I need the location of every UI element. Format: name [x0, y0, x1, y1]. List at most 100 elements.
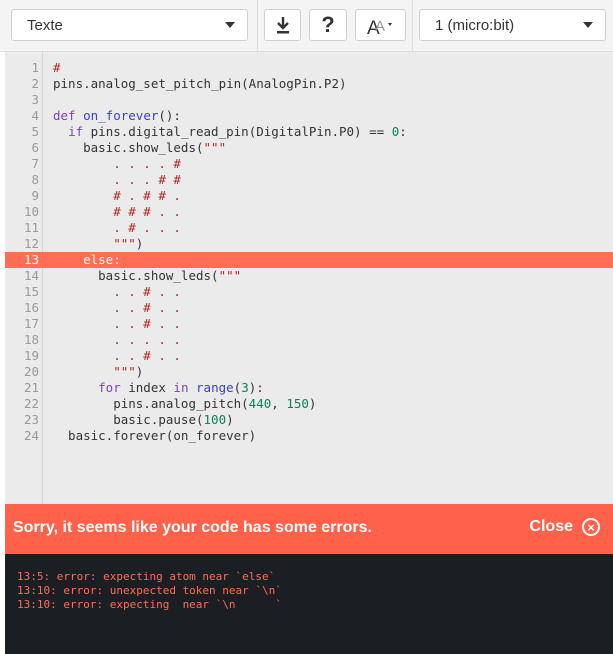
console-line: 13:10: error: expecting near `\n ` [17, 598, 282, 611]
line-number: 23 [23, 412, 39, 427]
line-number: 24 [23, 428, 39, 443]
code-line[interactable]: 12 """) [5, 236, 613, 252]
code-line[interactable]: 20 """) [5, 364, 613, 380]
code-line[interactable]: 14 basic.show_leds(""" [5, 268, 613, 284]
toolbar-divider [412, 0, 413, 52]
code-text: . . # . . [53, 316, 181, 332]
language-select[interactable]: Texte [11, 9, 248, 41]
code-line[interactable]: 17 . . # . . [5, 316, 613, 332]
chevron-down-icon [583, 22, 593, 28]
code-text: basic.pause(100) [53, 412, 233, 428]
code-text: . . . . # [53, 156, 181, 172]
code-token: 3 [241, 380, 249, 395]
line-number: 9 [31, 188, 39, 203]
device-select-value: 1 (micro:bit) [435, 16, 515, 34]
code-line-error[interactable]: 13 else: [5, 252, 613, 268]
line-number: 1 [31, 60, 39, 75]
line-number: 10 [23, 204, 39, 219]
text-size-button[interactable]: A A [355, 9, 406, 41]
code-line[interactable]: 16 . . # . . [5, 300, 613, 316]
code-token: ) [308, 396, 317, 411]
code-token: index [120, 380, 174, 395]
line-number: 12 [23, 236, 39, 251]
chevron-down-icon [225, 22, 235, 28]
error-console: 13:5: error: expecting atom near `else` … [5, 554, 613, 654]
code-text: . # . . . [53, 220, 181, 236]
code-token: pins.digital_read_pin(DigitalPin.P0) == [83, 124, 392, 139]
code-line[interactable]: 18 . . . . . [5, 332, 613, 348]
code-token: , [271, 396, 287, 411]
code-token: """ [203, 140, 227, 155]
code-text: basic.show_leds(""" [53, 268, 241, 284]
code-line[interactable]: 3 [5, 92, 613, 108]
code-line[interactable]: 8 . . . # # [5, 172, 613, 188]
code-text: if pins.digital_read_pin(DigitalPin.P0) … [53, 124, 407, 140]
code-token: (): [158, 108, 181, 123]
code-token: . # . . . [53, 220, 181, 235]
code-line[interactable]: 10 # # # . . [5, 204, 613, 220]
code-line[interactable]: 19 . . # . . [5, 348, 613, 364]
code-text: basic.show_leds(""" [53, 140, 226, 156]
close-button[interactable]: Close × [529, 518, 600, 536]
line-number: 4 [31, 108, 39, 123]
code-line[interactable]: 21 for index in range(3): [5, 380, 613, 396]
line-number: 18 [23, 332, 39, 347]
code-text: . . # . . [53, 284, 181, 300]
code-text: # . # # . [53, 188, 181, 204]
code-token: : [113, 252, 121, 267]
code-token: . . . . . [53, 332, 181, 347]
code-token: basic.forever(on_forever) [53, 428, 257, 443]
code-token: . . # . . [53, 300, 181, 315]
code-text: . . # . . [53, 348, 181, 364]
error-message: Sorry, it seems like your code has some … [13, 519, 372, 536]
code-line[interactable]: 5 if pins.digital_read_pin(DigitalPin.P0… [5, 124, 613, 140]
toolbar-divider [257, 0, 258, 52]
line-number: 15 [23, 284, 39, 299]
code-line[interactable]: 24 basic.forever(on_forever) [5, 428, 613, 444]
code-token: def [53, 108, 84, 123]
code-line[interactable]: 23 basic.pause(100) [5, 412, 613, 428]
code-line[interactable]: 4 def on_forever(): [5, 108, 613, 124]
code-line[interactable]: 2 pins.analog_set_pitch_pin(AnalogPin.P2) [5, 76, 613, 92]
code-line[interactable]: 11 . # . . . [5, 220, 613, 236]
code-token: basic.show_leds( [53, 140, 204, 155]
code-line[interactable]: 1 # [5, 60, 613, 76]
code-text: """) [53, 364, 143, 380]
code-text: basic.forever(on_forever) [53, 428, 256, 444]
line-number: 2 [31, 76, 39, 91]
device-select[interactable]: 1 (micro:bit) [419, 9, 606, 41]
code-token: # . # # . [53, 188, 181, 203]
code-token: else [53, 252, 114, 267]
line-number: 17 [23, 316, 39, 331]
line-number: 19 [23, 348, 39, 363]
code-text: # [53, 60, 61, 76]
code-text: pins.analog_pitch(440, 150) [53, 396, 316, 412]
line-number: 6 [31, 140, 39, 155]
toolbar: Texte ? A A 1 (micro:bit) [0, 0, 613, 52]
line-number: 16 [23, 300, 39, 315]
code-editor[interactable]: 1 #2 pins.analog_set_pitch_pin(AnalogPin.P… [5, 52, 613, 504]
code-token: ) [135, 364, 144, 379]
help-button[interactable]: ? [309, 9, 347, 41]
code-line[interactable]: 15 . . # . . [5, 284, 613, 300]
code-text: for index in range(3): [53, 380, 264, 396]
code-token: . . # . . [53, 284, 181, 299]
help-icon: ? [321, 12, 335, 37]
close-label: Close [529, 518, 573, 535]
download-button[interactable] [264, 9, 301, 41]
code-token: . . # . . [53, 316, 181, 331]
code-text: def on_forever(): [53, 108, 181, 124]
code-token: pins.analog_set_pitch_pin(AnalogPin.P2) [53, 76, 347, 91]
code-text: # # # . . [53, 204, 181, 220]
code-line[interactable]: 22 pins.analog_pitch(440, 150) [5, 396, 613, 412]
code-line[interactable]: 7 . . . . # [5, 156, 613, 172]
code-token: basic.show_leds( [53, 268, 219, 283]
code-text: pins.analog_set_pitch_pin(AnalogPin.P2) [53, 76, 347, 92]
code-line[interactable]: 9 # . # # . [5, 188, 613, 204]
line-number: 20 [23, 364, 39, 379]
code-line[interactable]: 6 basic.show_leds(""" [5, 140, 613, 156]
code-token: on_forever [83, 108, 159, 123]
